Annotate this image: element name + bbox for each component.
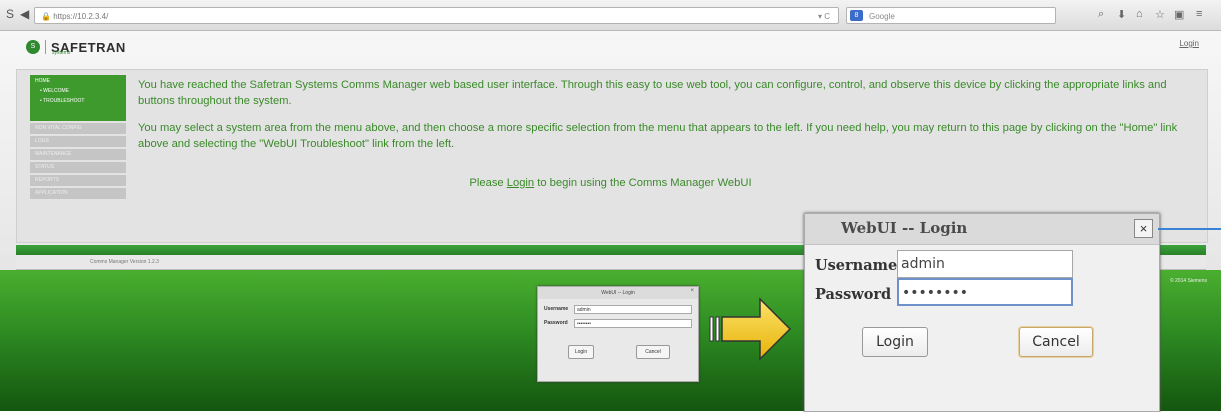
password-field[interactable]: •••••••• <box>897 278 1073 306</box>
back-icon[interactable]: ◀ <box>20 7 29 21</box>
reload-icon[interactable]: ▾ C <box>818 8 830 25</box>
url-text: https://10.2.3.4/ <box>53 12 109 21</box>
download-icon[interactable]: ⬇ <box>1117 8 1126 21</box>
version-text: Comms Manager Version 1.2.3 <box>90 259 159 265</box>
logo-circle-icon: S <box>26 40 40 54</box>
star-icon[interactable]: ☆ <box>1155 8 1165 21</box>
safetran-logo: S SAFETRAN systems <box>26 37 126 57</box>
small-password-field[interactable]: •••••••• <box>574 319 692 328</box>
sidebar-item-non-vital-config[interactable]: NON VITAL CONFIG <box>30 123 126 134</box>
login-dialog: WebUI -- Login × Username admin Password… <box>804 213 1160 412</box>
sidebar-item-application[interactable]: APPLICATION <box>30 188 126 199</box>
close-icon[interactable]: × <box>1134 219 1153 238</box>
small-username-label: Username <box>544 306 569 312</box>
login-prompt-link[interactable]: Login <box>507 177 534 189</box>
right-arrow-icon <box>709 297 792 361</box>
sidebar-item-status[interactable]: STATUS <box>30 162 126 173</box>
sidebar-item-welcome[interactable]: • WELCOME <box>35 88 121 94</box>
small-login-button[interactable]: Login <box>568 345 594 359</box>
small-close-icon[interactable]: × <box>690 288 694 294</box>
password-label: Password <box>815 286 892 303</box>
login-link[interactable]: Login <box>1179 39 1199 48</box>
small-login-dialog: WebUI -- Login × Username admin Password… <box>537 286 699 382</box>
lock-icon: 🔒 <box>41 12 54 21</box>
copyright-text: © 2014 Siemens <box>1169 278 1207 284</box>
welcome-paragraph: You have reached the Safetran Systems Co… <box>138 79 1167 107</box>
logo-subtext: systems <box>52 50 71 56</box>
address-bar[interactable]: 🔒 https://10.2.3.4/ ▾ C <box>34 7 839 24</box>
small-username-field[interactable]: admin <box>574 305 692 314</box>
login-prompt-prefix: Please <box>469 177 507 189</box>
bookmark-icon[interactable]: ▣ <box>1174 8 1184 21</box>
help-paragraph: You may select a system area from the me… <box>138 122 1178 150</box>
sync-icon[interactable]: S <box>6 7 14 21</box>
menu-icon[interactable]: ≡ <box>1196 8 1202 20</box>
search-icon[interactable]: ⌕ <box>1098 8 1104 21</box>
small-password-label: Password <box>544 320 568 326</box>
cancel-button[interactable]: Cancel <box>1019 327 1093 357</box>
login-prompt-suffix: to begin using the Comms Manager WebUI <box>534 177 752 189</box>
sidebar-item-maintenance[interactable]: MAINTENANCE <box>30 149 126 160</box>
small-cancel-button[interactable]: Cancel <box>636 345 670 359</box>
browser-toolbar: S ◀ 🔒 https://10.2.3.4/ ▾ C 8 Google ⌕ ⬇… <box>0 0 1221 31</box>
page-divider-line <box>1158 228 1221 230</box>
username-label: Username <box>815 257 898 274</box>
google-icon: 8 <box>850 10 863 21</box>
search-bar[interactable]: 8 Google <box>846 7 1056 24</box>
login-prompt: Please Login to begin using the Comms Ma… <box>0 177 1221 189</box>
small-dialog-title: WebUI -- Login <box>538 287 698 299</box>
dialog-title: WebUI -- Login <box>841 219 968 237</box>
home-icon[interactable]: ⌂ <box>1136 8 1143 20</box>
sidebar-item-home[interactable]: HOME <box>35 78 121 84</box>
sidebar-home-section: HOME • WELCOME • TROUBLESHOOT <box>30 75 126 121</box>
dialog-titlebar[interactable]: WebUI -- Login × <box>805 214 1159 245</box>
sidebar-item-troubleshoot[interactable]: • TROUBLESHOOT <box>35 98 121 104</box>
sidebar-item-logs[interactable]: LOGS <box>30 136 126 147</box>
search-placeholder: Google <box>869 12 895 21</box>
login-button[interactable]: Login <box>862 327 928 357</box>
username-field[interactable]: admin <box>897 250 1073 278</box>
